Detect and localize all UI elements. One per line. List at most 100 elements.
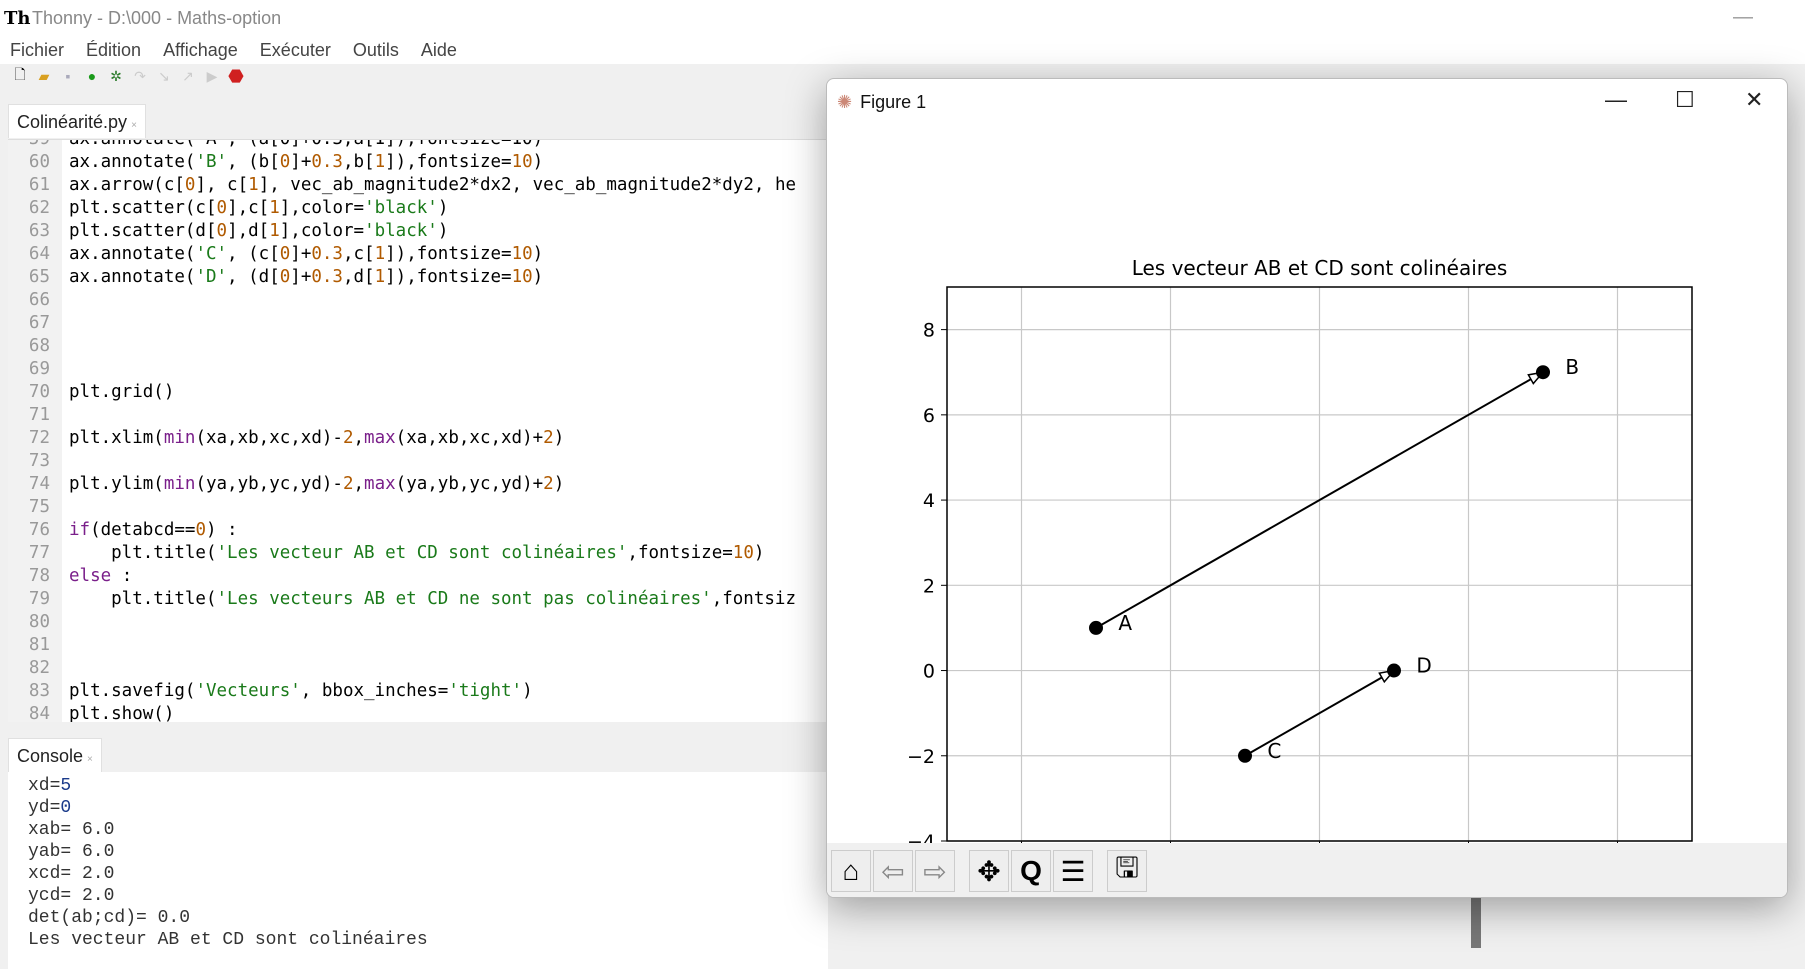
code-token: ) xyxy=(437,221,449,241)
menu-item[interactable]: Outils xyxy=(353,40,399,61)
y-tick-label: 0 xyxy=(923,661,935,683)
code-editor[interactable]: 59 ax.annotate('A', (a[0]+0.3,a[1]),fonts… xyxy=(8,139,828,722)
pan-icon: ✥ xyxy=(977,855,1001,887)
console-output[interactable]: xd=5 yd=0 xab= 6.0 yab= 6.0 xcd= 2.0 ycd= 2.0… xyxy=(8,772,828,969)
chart-title: Les vecteur AB et CD sont colinéaires xyxy=(1132,256,1508,280)
save-button[interactable]: 🖫 xyxy=(1107,850,1147,892)
toolbar: 🗋 ▰ ▪ ● ✲ ↷ ↘ ↗ ▶ ⬣ xyxy=(12,66,244,86)
code-token: , (c[ xyxy=(227,244,280,264)
home-button[interactable]: ⌂ xyxy=(831,850,871,892)
code-token: 0 xyxy=(216,221,228,241)
code-token: (ya,yb,yc,yd)+ xyxy=(395,474,544,494)
code-token: plt.scatter(d[ xyxy=(69,221,217,241)
menu-item[interactable]: Édition xyxy=(86,40,141,61)
code-line: 65 ax.annotate('D', (d[0]+0.3,d[1]),fonts… xyxy=(8,266,543,289)
code-token: max xyxy=(364,428,396,448)
code-token: ],color= xyxy=(279,221,365,241)
debug-icon[interactable]: ✲ xyxy=(108,68,124,84)
code-token: ) xyxy=(753,543,765,563)
tab-label: Colinéarité.py xyxy=(17,112,128,132)
code-line: 70 plt.grid() xyxy=(8,381,174,404)
tab-colinearite[interactable]: Colinéarité.py × xyxy=(8,104,146,138)
code-token: ]+ xyxy=(290,152,312,172)
code-token: 1 xyxy=(248,175,259,195)
step-into-icon[interactable]: ↘ xyxy=(156,68,172,84)
pan-button[interactable]: ✥ xyxy=(969,850,1009,892)
code-token: ,c[ xyxy=(342,244,375,264)
console-line: yab= 6.0 xyxy=(28,842,114,862)
code-line: 68 xyxy=(8,335,69,358)
scrollbar[interactable] xyxy=(1471,898,1481,948)
close-tab-icon[interactable]: × xyxy=(87,754,93,765)
code-token: max xyxy=(364,474,396,494)
code-token: 'B' xyxy=(195,152,228,172)
line-number: 77 xyxy=(28,543,50,563)
point-A xyxy=(1089,620,1103,635)
code-token: ) xyxy=(522,681,533,701)
code-token: , xyxy=(353,474,365,494)
save-file-icon[interactable]: ▪ xyxy=(60,68,76,84)
menu-item[interactable]: Fichier xyxy=(10,40,64,61)
code-token: ax.annotate('A', (a[0]+0.3,a[1]),fontsiz… xyxy=(69,139,544,149)
code-token: plt.show() xyxy=(69,704,175,722)
stop-icon[interactable]: ⬣ xyxy=(228,66,244,86)
code-token: ]+ xyxy=(290,267,312,287)
line-number: 82 xyxy=(28,658,50,678)
line-number: 66 xyxy=(28,290,50,310)
code-token: ) xyxy=(553,474,565,494)
resume-icon[interactable]: ▶ xyxy=(204,68,220,84)
console-line: yd=0 xyxy=(28,798,71,818)
console-text: yd= xyxy=(28,798,61,818)
code-token: plt.savefig( xyxy=(69,681,196,701)
point-C xyxy=(1238,748,1252,763)
line-number: 73 xyxy=(28,451,50,471)
figure-title-bar: ✺ Figure 1 — ☐ ✕ xyxy=(827,79,1787,125)
run-icon[interactable]: ● xyxy=(84,68,100,84)
line-number: 65 xyxy=(28,267,50,287)
point-label: C xyxy=(1267,739,1281,763)
code-token: 1 xyxy=(374,152,386,172)
code-token: ) xyxy=(553,428,565,448)
close-tab-icon[interactable]: × xyxy=(131,120,137,131)
line-number: 61 xyxy=(28,175,50,195)
plot-canvas[interactable]: Les vecteur AB et CD sont colinéaires 0 2 4… xyxy=(827,125,1788,843)
code-line: 81 xyxy=(8,634,69,657)
code-line: 84 plt.show() xyxy=(8,703,174,722)
code-token: ]),fontsize= xyxy=(385,267,512,287)
configure-icon: ☰ xyxy=(1060,855,1086,887)
line-number: 60 xyxy=(28,152,50,172)
line-number: 83 xyxy=(28,681,50,701)
step-out-icon[interactable]: ↗ xyxy=(180,68,196,84)
code-token: ,fontsiz xyxy=(711,589,796,609)
code-token: 2 xyxy=(543,428,554,448)
code-token: ]+ xyxy=(290,244,312,264)
menu-item[interactable]: Affichage xyxy=(163,40,238,61)
line-number: 67 xyxy=(28,313,50,333)
point-D xyxy=(1387,663,1401,678)
tab-console[interactable]: Console × xyxy=(8,738,102,772)
line-number: 62 xyxy=(28,198,50,218)
code-line: 62 plt.scatter(c[0],c[1],color='black') xyxy=(8,197,448,220)
minimize-icon[interactable]: — xyxy=(1605,87,1627,113)
y-tick-label: 6 xyxy=(923,405,935,427)
menu-item[interactable]: Aide xyxy=(421,40,457,61)
code-line: 82 xyxy=(8,657,69,680)
maximize-icon[interactable]: ☐ xyxy=(1675,87,1695,113)
code-token: min xyxy=(163,428,196,448)
menu-item[interactable]: Exécuter xyxy=(260,40,331,61)
configure-button[interactable]: ☰ xyxy=(1053,850,1093,892)
minimize-icon[interactable]: — xyxy=(1733,6,1753,29)
new-file-icon[interactable]: 🗋 xyxy=(12,66,28,84)
close-icon[interactable]: ✕ xyxy=(1745,87,1763,113)
code-token: 2 xyxy=(543,474,554,494)
console-line: xab= 6.0 xyxy=(28,820,114,840)
step-over-icon[interactable]: ↷ xyxy=(132,68,148,84)
code-line: 60 ax.annotate('B', (b[0]+0.3,b[1]),fonts… xyxy=(8,151,543,174)
back-button[interactable]: ⇦ xyxy=(873,850,913,892)
code-line: 69 xyxy=(8,358,69,381)
open-file-icon[interactable]: ▰ xyxy=(36,68,52,84)
code-token: plt.ylim( xyxy=(69,474,164,494)
code-token: ],color= xyxy=(279,198,365,218)
forward-button[interactable]: ⇨ xyxy=(915,850,955,892)
zoom-button[interactable]: Q xyxy=(1011,850,1051,892)
